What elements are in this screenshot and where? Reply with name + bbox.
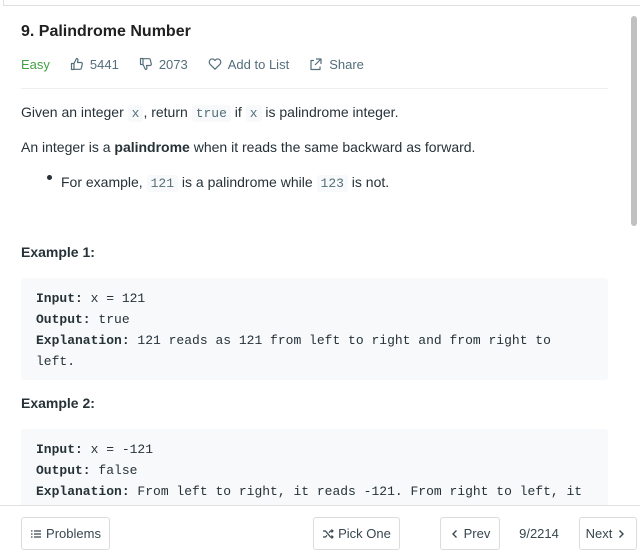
text: An integer is a bbox=[21, 139, 115, 155]
like-count: 5441 bbox=[89, 56, 119, 72]
list-icon bbox=[31, 529, 42, 538]
problem-meta-bar: Easy 5441 2073 Add to List Share bbox=[21, 56, 384, 72]
thumbs-down-icon bbox=[139, 57, 152, 71]
value: From left to right, it reads -121. From … bbox=[129, 484, 583, 499]
example-explanation-line: Explanation: 121 reads as 121 from left … bbox=[36, 330, 593, 351]
share-label: Share bbox=[329, 56, 364, 72]
example-1-block: Input: x = 121 Output: true Explanation:… bbox=[21, 278, 608, 380]
problems-button[interactable]: Problems bbox=[21, 517, 110, 550]
share-button[interactable]: Share bbox=[309, 57, 364, 72]
text: is palindrome integer. bbox=[261, 104, 399, 120]
example-input-line: Input: x = 121 bbox=[36, 288, 593, 309]
label: Output: bbox=[36, 312, 91, 327]
description-bullet: For example, 121 is a palindrome while 1… bbox=[61, 174, 390, 192]
page-counter: 9/2214 bbox=[519, 526, 559, 541]
value: 121 reads as 121 from left to right and … bbox=[129, 333, 551, 348]
example-input-line: Input: x = -121 bbox=[36, 439, 593, 460]
vertical-scrollbar[interactable] bbox=[629, 6, 637, 505]
text: is a palindrome while bbox=[178, 174, 317, 190]
example-explanation-line: Explanation: From left to right, it read… bbox=[36, 481, 593, 502]
text: , return bbox=[143, 104, 192, 120]
example-2-block: Input: x = -121 Output: false Explanatio… bbox=[21, 429, 608, 505]
value: true bbox=[90, 312, 130, 327]
description-line-1: Given an integer x, return true if x is … bbox=[21, 104, 399, 122]
inline-code: 123 bbox=[316, 175, 348, 192]
shuffle-icon bbox=[323, 528, 334, 539]
bottom-navigation-bar: Problems Pick One Prev 9/2214 Next bbox=[0, 505, 640, 558]
text: For example, bbox=[61, 174, 147, 190]
inline-code: x bbox=[245, 105, 262, 122]
next-button[interactable]: Next bbox=[579, 517, 637, 550]
example-output-line: Output: true bbox=[36, 309, 593, 330]
value: false bbox=[90, 463, 138, 478]
inline-code: 121 bbox=[146, 175, 178, 192]
add-to-list-button[interactable]: Add to List bbox=[208, 57, 289, 72]
like-button[interactable]: 5441 bbox=[70, 57, 119, 72]
text: if bbox=[230, 104, 246, 120]
problems-label: Problems bbox=[46, 526, 101, 541]
problem-title: 9. Palindrome Number bbox=[21, 23, 191, 40]
label: Output: bbox=[36, 463, 91, 478]
inline-code: x bbox=[127, 105, 144, 122]
next-label: Next bbox=[585, 526, 613, 541]
example-2-title: Example 2: bbox=[21, 395, 95, 411]
prev-button[interactable]: Prev bbox=[440, 517, 500, 550]
chevron-right-icon bbox=[619, 529, 625, 538]
add-to-list-label: Add to List bbox=[227, 56, 290, 72]
label: Explanation: bbox=[36, 333, 130, 348]
label: Input: bbox=[36, 442, 83, 457]
pick-one-button[interactable]: Pick One bbox=[313, 517, 400, 550]
problem-description-panel[interactable]: 9. Palindrome Number Easy 5441 2073 Add … bbox=[0, 6, 628, 505]
text: when it reads the same backward as forwa… bbox=[189, 139, 476, 155]
text: Given an integer bbox=[21, 104, 128, 120]
scrollbar-thumb[interactable] bbox=[631, 16, 637, 226]
dislike-count: 2073 bbox=[158, 56, 188, 72]
example-output-line: Output: false bbox=[36, 460, 593, 481]
difficulty-badge: Easy bbox=[21, 56, 50, 72]
inline-code: true bbox=[191, 105, 231, 122]
text: is not. bbox=[347, 174, 390, 190]
heart-icon bbox=[208, 58, 222, 71]
bullet-dot bbox=[47, 175, 52, 180]
value: x = -121 bbox=[82, 442, 154, 457]
description-line-2: An integer is a palindrome when it reads… bbox=[21, 139, 475, 155]
label: Input: bbox=[36, 291, 83, 306]
bold-term: palindrome bbox=[114, 139, 190, 155]
value: x = 121 bbox=[82, 291, 146, 306]
label: Explanation: bbox=[36, 484, 130, 499]
thumbs-up-icon bbox=[70, 57, 83, 71]
share-icon bbox=[310, 58, 322, 71]
chevron-left-icon bbox=[451, 529, 457, 538]
divider bbox=[21, 88, 608, 89]
example-explanation-continuation: left. bbox=[36, 354, 76, 369]
prev-label: Prev bbox=[463, 526, 491, 541]
example-1-title: Example 1: bbox=[21, 244, 95, 260]
pick-one-label: Pick One bbox=[338, 526, 391, 541]
dislike-button[interactable]: 2073 bbox=[139, 57, 188, 72]
